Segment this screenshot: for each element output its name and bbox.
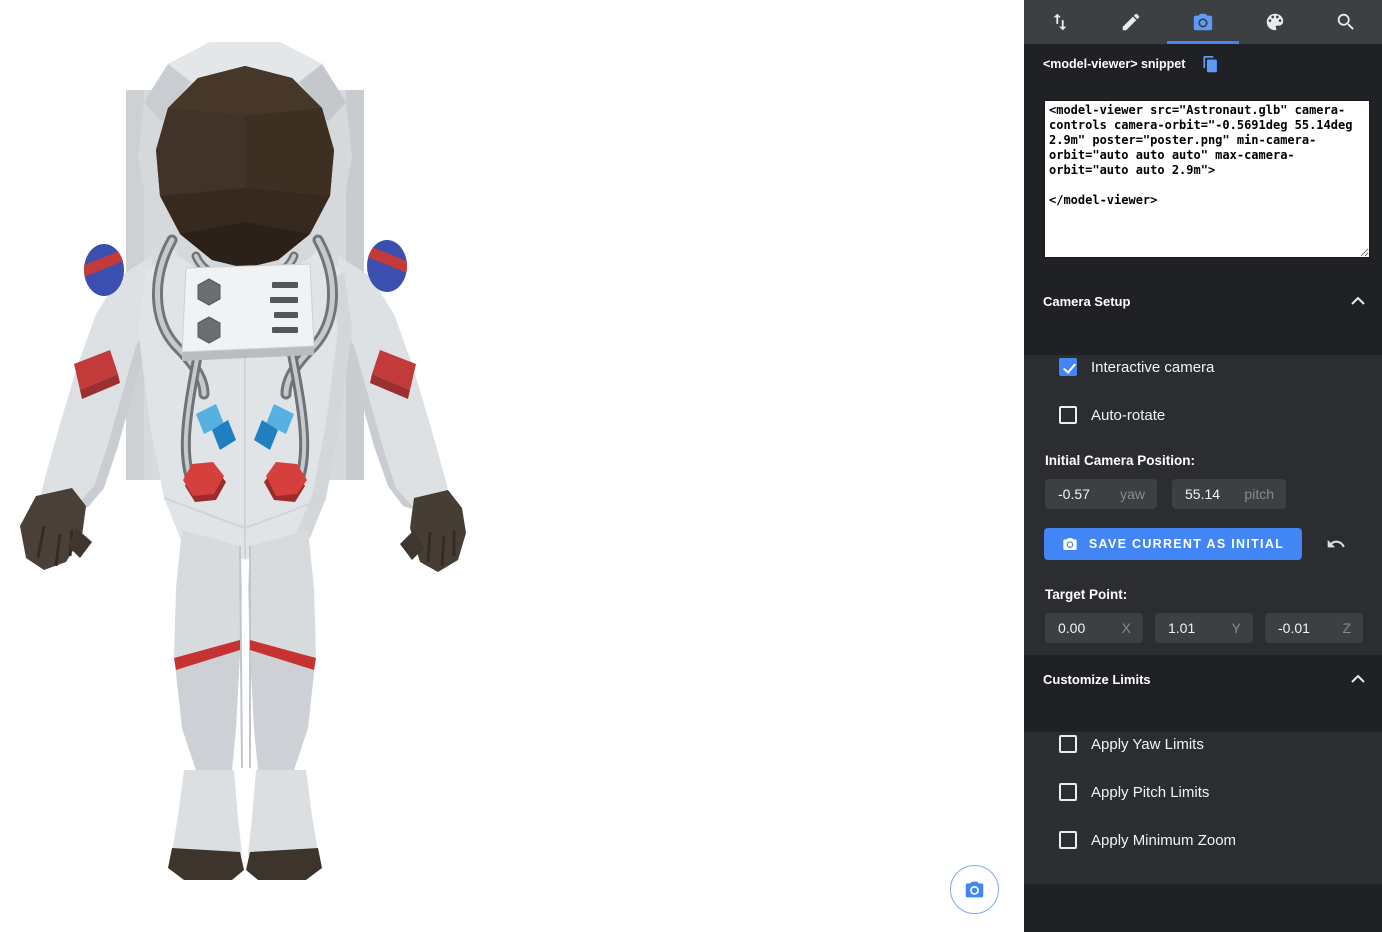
camera-icon	[1062, 536, 1078, 552]
save-row: SAVE CURRENT AS INITIAL	[1044, 528, 1382, 560]
apply-pitch-limits-checkbox[interactable]	[1059, 783, 1077, 801]
apply-pitch-limits-label: Apply Pitch Limits	[1091, 784, 1209, 801]
yaw-field[interactable]: yaw	[1045, 479, 1157, 509]
yaw-input[interactable]	[1058, 486, 1110, 502]
app: <model-viewer> snippet <model-viewer src…	[0, 0, 1382, 932]
tab-inspector[interactable]	[1310, 0, 1382, 44]
target-y-suffix: Y	[1232, 620, 1241, 636]
customize-limits-title: Customize Limits	[1043, 672, 1151, 687]
astronaut-legs	[174, 530, 316, 770]
tab-camera[interactable]	[1167, 0, 1239, 44]
target-point-fields: X Y Z	[1045, 613, 1382, 643]
initial-camera-position-fields: yaw pitch	[1045, 479, 1382, 509]
edit-pencil-icon	[1120, 11, 1142, 33]
chevron-up-icon[interactable]	[1351, 297, 1365, 305]
chevron-up-icon[interactable]	[1351, 675, 1365, 683]
snippet-label: <model-viewer> snippet	[1043, 57, 1185, 71]
target-x-suffix: X	[1122, 620, 1131, 636]
save-current-as-initial-button[interactable]: SAVE CURRENT AS INITIAL	[1044, 528, 1302, 560]
auto-rotate-checkbox[interactable]	[1059, 406, 1077, 424]
editor-toolbar	[1024, 0, 1382, 44]
pitch-suffix: pitch	[1244, 486, 1274, 502]
target-z-suffix: Z	[1342, 620, 1351, 636]
section-header-camera-setup[interactable]: Camera Setup	[1024, 258, 1382, 322]
astronaut-chest-panel	[182, 264, 314, 361]
undo-icon	[1326, 534, 1346, 554]
model-viewer-canvas[interactable]	[0, 0, 1024, 932]
copy-icon[interactable]	[1202, 55, 1219, 74]
palette-icon	[1264, 11, 1286, 33]
target-point-label: Target Point:	[1045, 587, 1382, 602]
camera-setup-title: Camera Setup	[1043, 294, 1130, 309]
section-header-customize-limits[interactable]: Customize Limits	[1024, 655, 1382, 699]
interactive-camera-row[interactable]: Interactive camera	[1059, 355, 1382, 379]
auto-rotate-label: Auto-rotate	[1091, 407, 1165, 424]
target-x-field[interactable]: X	[1045, 613, 1143, 643]
editor-panel: <model-viewer> snippet <model-viewer src…	[1024, 0, 1382, 932]
save-button-label: SAVE CURRENT AS INITIAL	[1089, 537, 1284, 551]
target-x-input[interactable]	[1058, 620, 1110, 636]
camera-icon	[1192, 11, 1214, 33]
pitch-field[interactable]: pitch	[1172, 479, 1286, 509]
interactive-camera-checkbox[interactable]	[1059, 358, 1077, 376]
apply-yaw-limits-checkbox[interactable]	[1059, 735, 1077, 753]
apply-pitch-limits-row[interactable]: Apply Pitch Limits	[1059, 780, 1382, 804]
customize-limits-section: Apply Yaw Limits Apply Pitch Limits Appl…	[1024, 732, 1382, 884]
apply-minimum-zoom-label: Apply Minimum Zoom	[1091, 832, 1236, 849]
astronaut-model[interactable]	[0, 28, 512, 898]
import-export-icon	[1049, 11, 1071, 33]
apply-yaw-limits-label: Apply Yaw Limits	[1091, 736, 1204, 753]
initial-camera-position-label: Initial Camera Position:	[1045, 453, 1382, 468]
tab-materials[interactable]	[1239, 0, 1311, 44]
target-y-field[interactable]: Y	[1155, 613, 1253, 643]
interactive-camera-label: Interactive camera	[1091, 359, 1214, 376]
tab-edit[interactable]	[1096, 0, 1168, 44]
snippet-code-textarea[interactable]: <model-viewer src="Astronaut.glb" camera…	[1044, 100, 1370, 258]
apply-minimum-zoom-row[interactable]: Apply Minimum Zoom	[1059, 828, 1382, 852]
tab-import-export[interactable]	[1024, 0, 1096, 44]
apply-yaw-limits-row[interactable]: Apply Yaw Limits	[1059, 732, 1382, 756]
auto-rotate-row[interactable]: Auto-rotate	[1059, 403, 1382, 427]
yaw-suffix: yaw	[1120, 486, 1145, 502]
pitch-input[interactable]	[1185, 486, 1237, 502]
snippet-header: <model-viewer> snippet	[1024, 44, 1382, 100]
target-y-input[interactable]	[1168, 620, 1220, 636]
target-z-field[interactable]: Z	[1265, 613, 1363, 643]
apply-minimum-zoom-checkbox[interactable]	[1059, 831, 1077, 849]
undo-button[interactable]	[1326, 534, 1346, 554]
camera-icon	[964, 879, 985, 900]
screenshot-fab-button[interactable]	[950, 865, 999, 914]
camera-setup-section: Interactive camera Auto-rotate Initial C…	[1024, 355, 1382, 655]
astronaut-boots	[168, 770, 322, 880]
search-icon	[1335, 11, 1357, 33]
target-z-input[interactable]	[1278, 620, 1330, 636]
